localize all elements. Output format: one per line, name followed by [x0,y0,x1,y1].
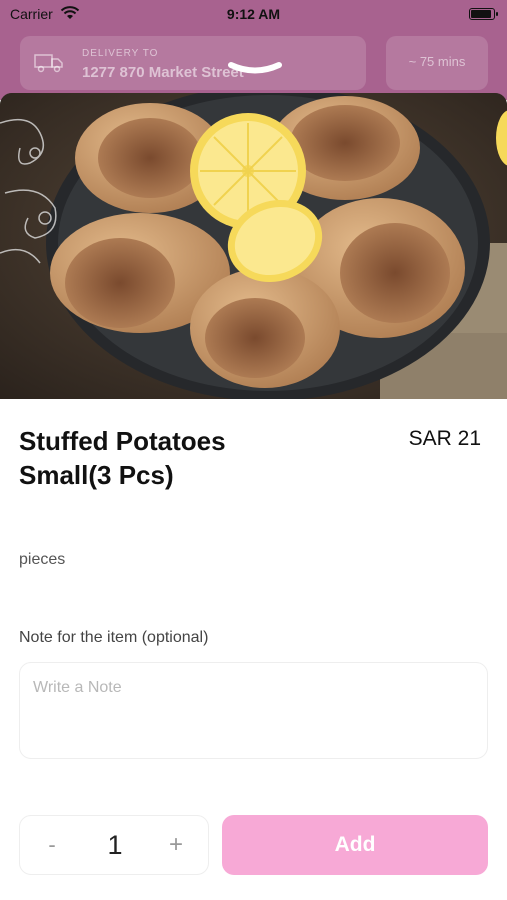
status-bar: Carrier 9:12 AM [0,0,507,30]
status-time: 9:12 AM [226,6,281,22]
delivery-address: 1277 870 Market Street [82,64,244,81]
eta-card: ~ 75 mins [386,36,488,90]
quantity-value: 1 [107,830,123,860]
delivery-label: DELIVERY TO [82,48,159,59]
dimmed-header: DELIVERY TO 1277 870 Market Street ~ 75 … [0,30,507,100]
chevron-down-icon[interactable] [227,60,283,78]
eta-text: ~ 75 mins [408,54,466,69]
delivery-location-card[interactable]: DELIVERY TO 1277 870 Market Street [20,36,366,90]
product-description: pieces [19,551,66,568]
product-price: SAR 21 [408,427,481,450]
product-title: Stuffed Potatoes Small(3 Pcs) [19,426,226,490]
increase-quantity-button[interactable]: + [154,816,198,874]
quantity-stepper: - 1 + [19,815,209,875]
decrease-quantity-button[interactable]: - [30,816,74,874]
product-image [0,93,507,399]
note-input[interactable] [20,663,487,758]
truck-icon [34,54,63,73]
battery-icon [469,8,498,20]
note-label: Note for the item (optional) [19,629,209,646]
note-box [19,662,488,759]
add-button[interactable]: Add [222,815,488,875]
